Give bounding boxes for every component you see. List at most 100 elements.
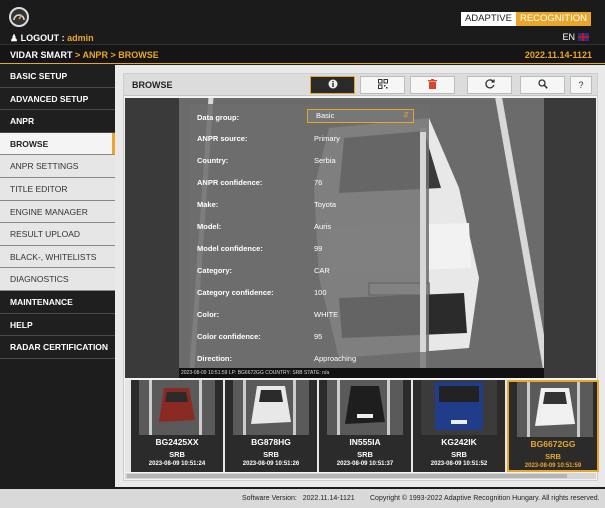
thumbnail-plate: BG878HG xyxy=(251,437,291,447)
thumbnail-time: 2023-08-09 10:51:26 xyxy=(242,461,300,467)
info-button[interactable] xyxy=(310,76,355,94)
qr-code-button[interactable] xyxy=(360,76,405,94)
language-selector[interactable]: EN xyxy=(562,32,589,42)
username: admin xyxy=(67,33,94,43)
detail-row: Model confidence: 99 xyxy=(189,238,429,260)
top-bar: ♟ LOGOUT : admin ADAPTIVE RECOGNITION EN xyxy=(0,0,605,44)
breadcrumb-bar: VIDAR SMART > ANPR > BROWSE 2022.11.14-1… xyxy=(0,44,605,64)
thumbnail-image xyxy=(327,380,403,435)
sidebar-item-maintenance[interactable]: MAINTENANCE xyxy=(0,290,115,314)
qr-code-icon xyxy=(377,79,388,91)
detail-row: Category confidence: 100 xyxy=(189,282,429,304)
data-group-row: Data group: Basic ⇵ xyxy=(189,104,429,128)
sidebar-item-black-whitelists[interactable]: BLACK-, WHITELISTS xyxy=(0,245,115,269)
footer: Software Version: 2022.11.14-1121 Copyri… xyxy=(0,487,605,508)
detail-row: Make: Toyota xyxy=(189,194,429,216)
detail-value: 100 xyxy=(314,288,327,297)
thumbnail-time: 2023-08-09 10:51:52 xyxy=(430,461,488,467)
data-group-label: Data group: xyxy=(197,113,240,122)
software-version-value: 2022.11.14-1121 xyxy=(302,495,355,502)
detail-row: Category: CAR xyxy=(189,260,429,282)
sidebar-item-engine-manager[interactable]: ENGINE MANAGER xyxy=(0,200,115,224)
uk-flag-icon xyxy=(578,33,589,41)
thumbnail-item[interactable]: IN555IA SRB 2023-08-09 10:51:37 xyxy=(319,380,411,472)
sidebar-item-help[interactable]: HELP xyxy=(0,313,115,337)
detail-key: Model confidence: xyxy=(197,244,263,253)
thumbnail-item[interactable]: BG878HG SRB 2023-08-09 10:51:26 xyxy=(225,380,317,472)
detail-key: ANPR source: xyxy=(197,134,248,143)
detail-row: Color: WHITE xyxy=(189,304,429,326)
logout-link[interactable]: ♟ LOGOUT : admin xyxy=(10,33,94,44)
delete-button[interactable] xyxy=(410,76,455,94)
data-group-select[interactable]: Basic ⇵ xyxy=(307,109,414,123)
panel-title: BROWSE xyxy=(132,80,173,90)
detail-key: Color: xyxy=(197,310,220,319)
thumbnail-country: SRB xyxy=(545,452,561,461)
details-overlay: Data group: Basic ⇵ ANPR source: Primary … xyxy=(189,104,429,368)
detail-value: Toyota xyxy=(314,200,337,209)
thumbnail-image xyxy=(421,380,497,435)
detail-value: 95 xyxy=(314,332,323,341)
help-button[interactable]: ? xyxy=(570,76,592,94)
detail-key: Country: xyxy=(197,156,229,165)
thumbnail-scrollbar-thumb[interactable] xyxy=(127,474,567,478)
logout-label: LOGOUT xyxy=(20,33,60,43)
detail-value: Auris xyxy=(314,222,332,231)
main-content: BROWSE ? 2023-08-09 10:51:59 LP: BG6672G… xyxy=(115,65,605,487)
trash-icon xyxy=(428,79,437,91)
detail-row: Model: Auris xyxy=(189,216,429,238)
detail-key: ANPR confidence: xyxy=(197,178,263,187)
thumbnail-image xyxy=(517,382,593,437)
thumbnail-item[interactable]: BG2425XX SRB 2023-08-09 10:51:24 xyxy=(131,380,223,472)
thumbnail-plate: KG242IK xyxy=(441,437,477,447)
brand-part1: ADAPTIVE xyxy=(460,12,516,26)
detail-value: CAR xyxy=(314,266,330,275)
detail-row: Country: Serbia xyxy=(189,150,429,172)
sidebar-item-advanced-setup[interactable]: ADVANCED SETUP xyxy=(0,87,115,111)
user-icon: ♟ xyxy=(10,33,19,43)
software-version-label: Software Version: xyxy=(242,495,297,502)
copyright: Copyright © 1993-2022 Adaptive Recogniti… xyxy=(370,495,600,502)
detail-key: Color confidence: xyxy=(197,332,261,341)
thumbnail-item[interactable]: KG242IK SRB 2023-08-09 10:51:52 xyxy=(413,380,505,472)
thumbnail-country: SRB xyxy=(263,450,279,459)
detail-row: Color confidence: 95 xyxy=(189,326,429,348)
breadcrumb-root: VIDAR SMART xyxy=(10,50,73,60)
search-icon xyxy=(537,79,548,91)
thumbnail-scrollbar[interactable] xyxy=(125,473,596,479)
thumbnail-time: 2023-08-09 10:51:37 xyxy=(336,461,394,467)
thumbnail-country: SRB xyxy=(451,450,467,459)
detail-value: Approaching xyxy=(314,354,357,363)
search-button[interactable] xyxy=(520,76,565,94)
thumbnail-image xyxy=(233,380,309,435)
brand-logo: ADAPTIVE RECOGNITION xyxy=(460,12,591,26)
refresh-button[interactable] xyxy=(467,76,512,94)
details-scrollbar[interactable] xyxy=(420,128,426,368)
detail-value: 99 xyxy=(314,244,323,253)
version-label: 2022.11.14-1121 xyxy=(524,50,592,60)
sidebar-item-anpr[interactable]: ANPR xyxy=(0,110,115,133)
logout-separator: : xyxy=(61,33,65,43)
sidebar-item-result-upload[interactable]: RESULT UPLOAD xyxy=(0,223,115,246)
detail-row: ANPR confidence: 76 xyxy=(189,172,429,194)
detail-key: Make: xyxy=(197,200,219,209)
software-version: Software Version: 2022.11.14-1121 xyxy=(242,495,355,502)
breadcrumb-path: > ANPR > BROWSE xyxy=(75,50,159,60)
details-scrollbar-thumb[interactable] xyxy=(420,132,426,352)
thumbnail-item-selected[interactable]: BG6672GG SRB 2023-08-09 10:51:59 xyxy=(507,380,599,472)
thumbnail-time: 2023-08-09 10:51:59 xyxy=(524,463,582,469)
sidebar-item-radar-certification[interactable]: RADAR CERTIFICATION xyxy=(0,336,115,359)
thumbnail-country: SRB xyxy=(169,450,185,459)
sidebar-item-browse[interactable]: BROWSE xyxy=(0,132,115,156)
sidebar-item-title-editor[interactable]: TITLE EDITOR xyxy=(0,177,115,201)
detail-key: Direction: xyxy=(197,354,233,363)
sidebar-item-anpr-settings[interactable]: ANPR SETTINGS xyxy=(0,155,115,178)
detail-key: Category: xyxy=(197,266,233,275)
sidebar-item-diagnostics[interactable]: DIAGNOSTICS xyxy=(0,268,115,291)
sidebar: BASIC SETUP ADVANCED SETUP ANPR BROWSE A… xyxy=(0,65,115,359)
detail-value: WHITE xyxy=(314,310,339,319)
detail-value: Serbia xyxy=(314,156,336,165)
thumbnail-time: 2023-08-09 10:51:24 xyxy=(148,461,206,467)
sidebar-item-basic-setup[interactable]: BASIC SETUP xyxy=(0,65,115,88)
thumbnail-strip: BG2425XX SRB 2023-08-09 10:51:24 BG878HG… xyxy=(125,380,599,472)
